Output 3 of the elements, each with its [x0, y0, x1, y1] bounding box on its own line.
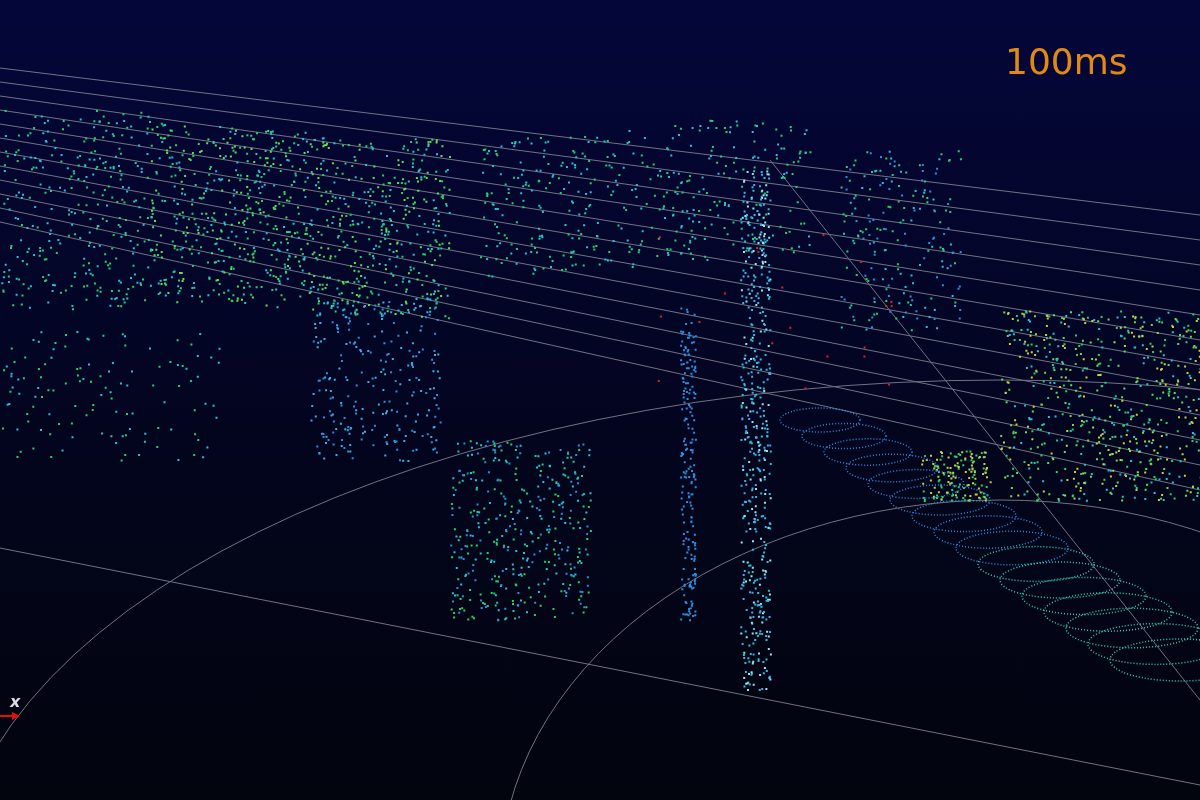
frame-time-label: 100ms [1005, 44, 1128, 80]
axis-arrow-icon [0, 712, 20, 720]
axis-label: x [10, 694, 21, 710]
